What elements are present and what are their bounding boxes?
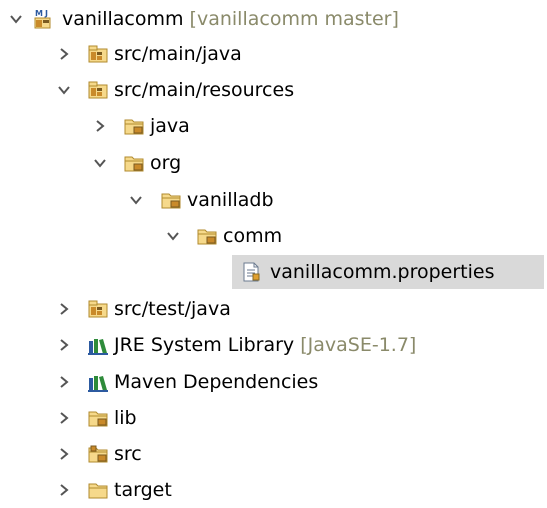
tree-item-src[interactable]: src [0, 436, 547, 472]
tree-item-label: src/main/resources [114, 79, 295, 101]
chevron-right-icon[interactable] [56, 337, 72, 353]
chevron-down-icon[interactable] [56, 82, 72, 98]
chevron-down-icon[interactable] [165, 228, 181, 244]
svg-text:J: J [44, 9, 48, 18]
package-folder-icon [87, 407, 109, 429]
package-folder-icon [196, 225, 218, 247]
tree-item-label: java [150, 115, 190, 137]
source-package-folder-icon [87, 443, 109, 465]
tree-item-label: JRE System Library [114, 334, 295, 356]
package-folder-icon [123, 152, 145, 174]
tree-item-label: lib [114, 407, 137, 429]
source-folder-icon [87, 43, 109, 65]
chevron-right-icon[interactable] [56, 410, 72, 426]
tree-item-label: Maven Dependencies [114, 371, 319, 393]
tree-item-java[interactable]: java [0, 108, 547, 144]
tree-item-vanillacomm-properties[interactable]: vanillacomm.properties [0, 254, 547, 290]
project-explorer-tree: M J vanillacomm [vanillacomm master] src… [0, 0, 547, 505]
tree-item-label: src [114, 443, 142, 465]
library-icon [87, 371, 109, 393]
tree-item-vanilladb[interactable]: vanilladb [0, 182, 547, 218]
library-icon [87, 334, 109, 356]
tree-item-label: src/test/java [114, 298, 231, 320]
maven-project-icon: M J [33, 8, 55, 30]
tree-item-src-test-java[interactable]: src/test/java [0, 291, 547, 327]
tree-item-label: target [114, 479, 172, 501]
chevron-right-icon[interactable] [56, 374, 72, 390]
chevron-right-icon[interactable] [56, 482, 72, 498]
source-folder-icon [87, 79, 109, 101]
package-folder-icon [160, 189, 182, 211]
properties-file-icon [240, 261, 262, 283]
git-decoration: [vanillacomm master] [189, 8, 399, 30]
tree-item-label: vanillacomm.properties [270, 261, 495, 283]
tree-item-label: vanilladb [187, 189, 274, 211]
tree-item-label: vanillacomm [62, 8, 184, 30]
tree-item-jre-system-library[interactable]: JRE System Library [JavaSE-1.7] [0, 327, 547, 363]
chevron-down-icon[interactable] [92, 155, 108, 171]
tree-item-vanillacomm[interactable]: M J vanillacomm [vanillacomm master] [0, 1, 547, 37]
chevron-down-icon[interactable] [8, 11, 24, 27]
chevron-down-icon[interactable] [128, 192, 144, 208]
plain-folder-icon [87, 479, 109, 501]
package-folder-icon [123, 115, 145, 137]
chevron-right-icon[interactable] [92, 118, 108, 134]
svg-text:M: M [35, 9, 43, 18]
tree-item-src-main-resources[interactable]: src/main/resources [0, 72, 547, 108]
source-folder-icon [87, 298, 109, 320]
tree-item-target[interactable]: target [0, 472, 547, 508]
tree-item-comm[interactable]: comm [0, 218, 547, 254]
jre-version-decoration: [JavaSE-1.7] [300, 334, 417, 356]
chevron-right-icon[interactable] [56, 46, 72, 62]
tree-item-label: org [150, 152, 182, 174]
chevron-right-icon[interactable] [56, 446, 72, 462]
tree-item-maven-dependencies[interactable]: Maven Dependencies [0, 364, 547, 400]
chevron-right-icon[interactable] [56, 301, 72, 317]
tree-item-label: comm [223, 225, 283, 247]
tree-item-lib[interactable]: lib [0, 400, 547, 436]
tree-item-label: src/main/java [114, 43, 242, 65]
tree-item-src-main-java[interactable]: src/main/java [0, 36, 547, 72]
tree-item-org[interactable]: org [0, 145, 547, 181]
